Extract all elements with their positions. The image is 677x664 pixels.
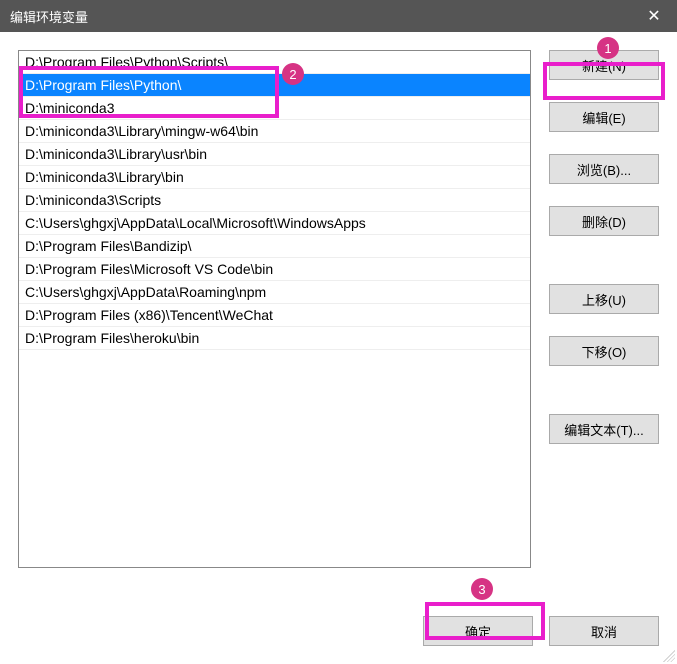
path-listbox[interactable]: D:\Program Files\Python\Scripts\D:\Progr… [18,50,531,568]
list-item[interactable]: D:\miniconda3\Scripts [19,189,530,212]
list-item[interactable]: D:\miniconda3\Library\usr\bin [19,143,530,166]
close-button[interactable]: ✕ [631,0,677,32]
list-item[interactable]: D:\Program Files\Python\ [19,74,530,97]
list-item[interactable]: D:\miniconda3\Library\bin [19,166,530,189]
list-item[interactable]: C:\Users\ghgxj\AppData\Roaming\npm [19,281,530,304]
list-item[interactable]: D:\Program Files\Microsoft VS Code\bin [19,258,530,281]
dialog-footer: 确定 取消 [423,616,659,646]
delete-button[interactable]: 删除(D) [549,206,659,236]
close-icon: ✕ [647,6,660,26]
edit-text-button[interactable]: 编辑文本(T)... [549,414,659,444]
move-down-button[interactable]: 下移(O) [549,336,659,366]
list-item[interactable]: D:\Program Files\Python\Scripts\ [19,51,530,74]
resize-grip-icon[interactable] [661,648,675,662]
content-area: D:\Program Files\Python\Scripts\D:\Progr… [0,32,677,664]
list-item[interactable]: D:\Program Files\Bandizip\ [19,235,530,258]
list-item[interactable]: D:\Program Files (x86)\Tencent\WeChat [19,304,530,327]
list-item[interactable]: C:\Users\ghgxj\AppData\Local\Microsoft\W… [19,212,530,235]
titlebar: 编辑环境变量 ✕ [0,0,677,32]
list-item[interactable]: D:\Program Files\heroku\bin [19,327,530,350]
new-button[interactable]: 新建(N) [549,50,659,80]
list-item[interactable]: D:\miniconda3\Library\mingw-w64\bin [19,120,530,143]
move-up-button[interactable]: 上移(U) [549,284,659,314]
button-column: 新建(N) 编辑(E) 浏览(B)... 删除(D) 上移(U) 下移(O) 编… [549,50,659,646]
ok-button[interactable]: 确定 [423,616,533,646]
window-title: 编辑环境变量 [10,7,88,26]
edit-button[interactable]: 编辑(E) [549,102,659,132]
cancel-button[interactable]: 取消 [549,616,659,646]
list-item[interactable]: D:\miniconda3 [19,97,530,120]
browse-button[interactable]: 浏览(B)... [549,154,659,184]
